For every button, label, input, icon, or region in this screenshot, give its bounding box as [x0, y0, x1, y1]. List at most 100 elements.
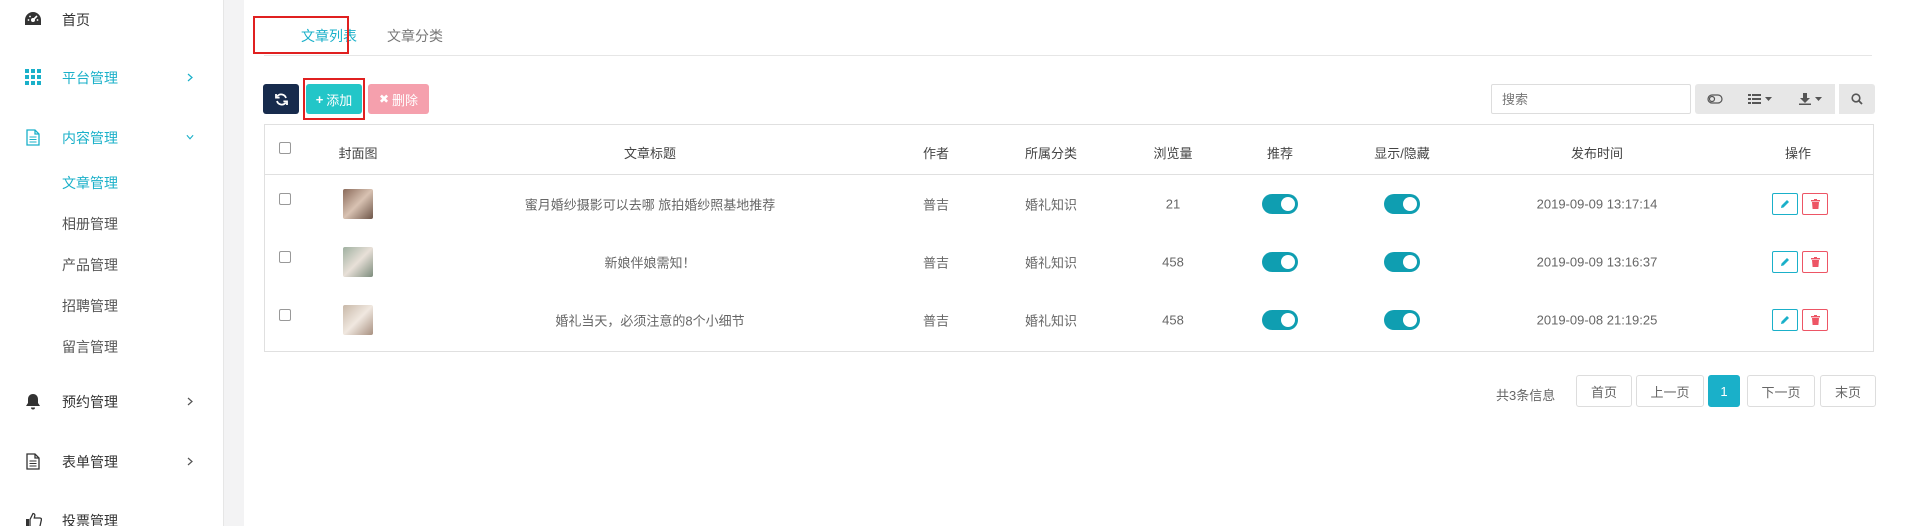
nav-label-forms: 表单管理 — [62, 454, 118, 470]
recommend-toggle[interactable] — [1262, 310, 1298, 330]
subitem-product-management[interactable]: 产品管理 — [62, 255, 118, 275]
nav-item-content[interactable]: 内容管理 — [0, 117, 224, 157]
row-checkbox[interactable] — [279, 251, 291, 263]
pencil-icon — [1781, 258, 1789, 266]
main-content: 文章列表 文章分类 + 添加 ✖ 删除 封面图 文章标题 作者 所属分类 浏览量 — [244, 0, 1914, 526]
recommend-toggle[interactable] — [1262, 252, 1298, 272]
header-category: 所属分类 — [1024, 146, 1078, 161]
nav-item-forms[interactable]: 表单管理 — [0, 441, 224, 481]
header-actions: 操作 — [1784, 146, 1812, 161]
article-title: 新娘伴娘需知！ — [604, 255, 696, 271]
page-first-button[interactable]: 首页 — [1576, 375, 1632, 407]
caret-down-icon — [1765, 97, 1772, 101]
toggle-view-button[interactable] — [1695, 84, 1735, 114]
header-publish-time: 发布时间 — [1570, 146, 1624, 161]
delete-button-label: 删除 — [392, 92, 419, 108]
export-button[interactable] — [1785, 84, 1835, 114]
nav-item-home[interactable]: 首页 — [0, 0, 224, 40]
trash-icon — [1810, 199, 1820, 209]
close-icon: ✖ — [378, 92, 390, 106]
article-category: 婚礼知识 — [1024, 197, 1078, 213]
edit-button[interactable] — [1772, 309, 1798, 331]
form-icon — [24, 452, 42, 470]
list-icon — [1748, 94, 1761, 104]
nav-label-home: 首页 — [62, 12, 90, 28]
page-next-button[interactable]: 下一页 — [1747, 375, 1815, 407]
header-views: 浏览量 — [1153, 146, 1193, 161]
download-icon — [1798, 93, 1811, 105]
delete-row-button[interactable] — [1802, 251, 1828, 273]
nav-item-voting[interactable]: 投票管理 — [0, 500, 224, 526]
page-prev-button[interactable]: 上一页 — [1636, 375, 1704, 407]
tab-article-category[interactable]: 文章分类 — [387, 26, 443, 46]
tab-bar: 文章列表 文章分类 — [264, 18, 1872, 56]
publish-time: 2019-09-09 13:17:14 — [1536, 196, 1658, 212]
row-checkbox[interactable] — [279, 193, 291, 205]
select-all-checkbox[interactable] — [279, 142, 291, 154]
table-row: 蜜月婚纱摄影可以去哪 旅拍婚纱照基地推荐 普吉 婚礼知识 21 2019-09-… — [265, 175, 1873, 233]
delete-row-button[interactable] — [1802, 309, 1828, 331]
article-views: 458 — [1162, 254, 1184, 270]
highlight-box-add — [303, 78, 365, 120]
chevron-right-icon — [186, 397, 194, 405]
article-category: 婚礼知识 — [1024, 313, 1078, 329]
subitem-album-management[interactable]: 相册管理 — [62, 214, 118, 234]
chevron-down-icon — [186, 133, 194, 141]
sidebar: 首页 平台管理 内容管理 文章管理 相册管理 产品管理 招聘管理 留言管理 预约… — [0, 0, 224, 526]
nav-label-voting: 投票管理 — [62, 513, 118, 526]
header-title: 文章标题 — [623, 146, 677, 161]
header-recommend: 推荐 — [1266, 146, 1294, 161]
row-checkbox[interactable] — [279, 309, 291, 321]
columns-button[interactable] — [1735, 84, 1785, 114]
article-table: 封面图 文章标题 作者 所属分类 浏览量 推荐 显示/隐藏 发布时间 操作 蜜月… — [264, 124, 1874, 352]
pagination-info: 共3条信息 — [1496, 388, 1556, 403]
delete-row-button[interactable] — [1802, 193, 1828, 215]
article-author: 普吉 — [922, 197, 950, 213]
bell-icon — [24, 392, 42, 410]
thumbs-up-icon — [24, 511, 42, 526]
publish-time: 2019-09-08 21:19:25 — [1536, 312, 1658, 328]
pencil-icon — [1781, 200, 1789, 208]
visibility-toggle[interactable] — [1384, 252, 1420, 272]
grid-icon — [24, 68, 42, 86]
document-icon — [24, 128, 42, 146]
article-title: 蜜月婚纱摄影可以去哪 旅拍婚纱照基地推荐 — [524, 197, 776, 213]
delete-button[interactable]: ✖ 删除 — [368, 84, 429, 114]
article-author: 普吉 — [922, 255, 950, 271]
article-author: 普吉 — [922, 313, 950, 329]
recommend-toggle[interactable] — [1262, 194, 1298, 214]
article-views: 21 — [1165, 196, 1181, 212]
subitem-recruitment-management[interactable]: 招聘管理 — [62, 296, 118, 316]
visibility-toggle[interactable] — [1384, 194, 1420, 214]
edit-button[interactable] — [1772, 251, 1798, 273]
nav-label-platform: 平台管理 — [62, 70, 118, 86]
cover-thumbnail — [343, 305, 373, 335]
visibility-toggle[interactable] — [1384, 310, 1420, 330]
pencil-icon — [1781, 316, 1789, 324]
subitem-message-management[interactable]: 留言管理 — [62, 337, 118, 357]
header-visibility: 显示/隐藏 — [1374, 146, 1430, 161]
search-input[interactable] — [1491, 84, 1691, 114]
article-category: 婚礼知识 — [1024, 255, 1078, 271]
table-row: 婚礼当天，必须注意的8个小细节 普吉 婚礼知识 458 2019-09-08 2… — [265, 291, 1873, 349]
subitem-article-management[interactable]: 文章管理 — [62, 173, 118, 193]
refresh-icon — [274, 93, 288, 105]
article-title: 婚礼当天，必须注意的8个小细节 — [555, 313, 745, 329]
nav-label-content: 内容管理 — [62, 130, 118, 146]
page-number-button[interactable]: 1 — [1708, 375, 1740, 407]
dashboard-icon — [24, 10, 42, 28]
page-last-button[interactable]: 末页 — [1820, 375, 1876, 407]
refresh-button[interactable] — [263, 84, 299, 114]
search-button[interactable] — [1839, 84, 1875, 114]
header-author: 作者 — [922, 146, 950, 161]
trash-icon — [1810, 315, 1820, 325]
cover-thumbnail — [343, 189, 373, 219]
chevron-right-icon — [186, 457, 194, 465]
edit-button[interactable] — [1772, 193, 1798, 215]
nav-item-booking[interactable]: 预约管理 — [0, 381, 224, 421]
header-cover: 封面图 — [338, 146, 378, 161]
article-views: 458 — [1162, 312, 1184, 328]
publish-time: 2019-09-09 13:16:37 — [1536, 254, 1658, 270]
nav-item-platform[interactable]: 平台管理 — [0, 57, 224, 97]
cover-thumbnail — [343, 247, 373, 277]
